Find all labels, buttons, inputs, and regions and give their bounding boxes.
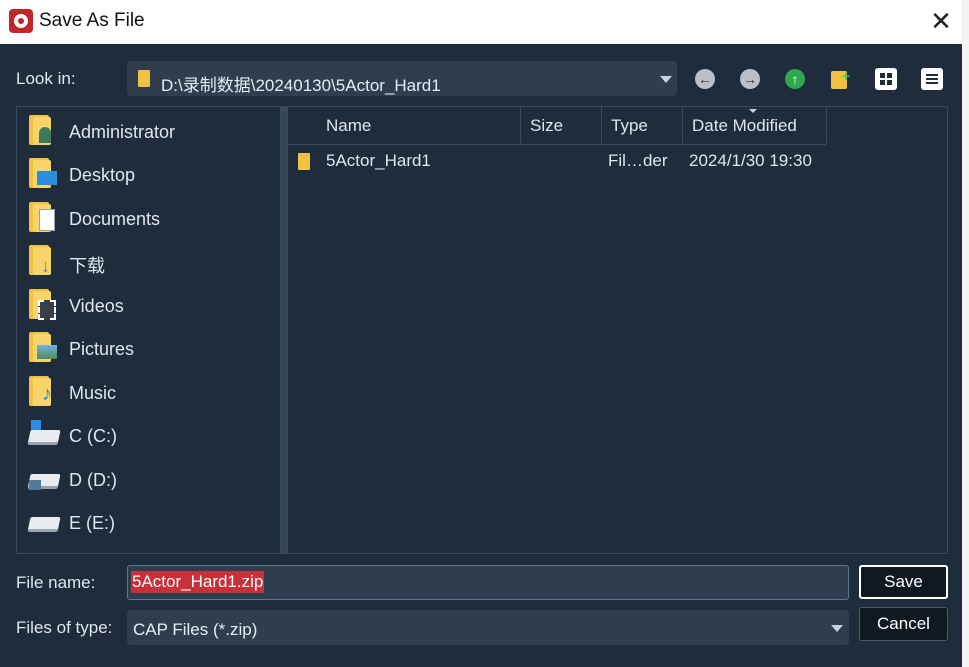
- place-item-desktop[interactable]: Desktop: [27, 155, 277, 193]
- place-item-videos[interactable]: Videos: [27, 286, 277, 324]
- look-in-label: Look in:: [16, 69, 76, 88]
- place-label: E (E:): [69, 513, 116, 533]
- column-name-header[interactable]: Name: [288, 107, 521, 143]
- file-name-input[interactable]: 5Actor_Hard1.zip: [127, 565, 849, 600]
- chevron-down-icon: [660, 76, 672, 83]
- back-icon: ←: [695, 69, 715, 89]
- drive-icon: [27, 460, 61, 496]
- forward-icon: →: [740, 69, 760, 89]
- column-type-label: Type: [611, 116, 648, 135]
- up-folder-icon: ↑: [785, 69, 805, 89]
- grid-view-icon: [875, 68, 897, 90]
- place-label: Videos: [69, 296, 124, 316]
- place-label: C (C:): [69, 426, 117, 446]
- place-item-administrator[interactable]: Administrator: [27, 112, 277, 150]
- close-icon: ✕: [930, 6, 952, 36]
- drive-icon: [27, 416, 61, 452]
- column-type-header[interactable]: Type: [602, 107, 683, 143]
- icon-view-button[interactable]: [873, 66, 899, 92]
- table-row[interactable]: 5Actor_Hard1 Fil…der 2024/1/30 19:30: [288, 147, 947, 175]
- app-logo-icon: [9, 9, 33, 33]
- new-folder-button[interactable]: +: [827, 66, 853, 92]
- column-date-label: Date Modified: [692, 116, 797, 135]
- up-folder-button[interactable]: ↑: [782, 66, 808, 92]
- look-in-dropdown[interactable]: D:\录制数据\20240130\5Actor_Hard1: [127, 61, 677, 96]
- chevron-down-icon: [831, 625, 843, 632]
- title-bar: Save As File ✕: [0, 0, 969, 44]
- desktop-folder-icon: [27, 155, 59, 191]
- user-folder-icon: [27, 112, 59, 148]
- file-list: Name Size Type Date Modified 5Actor_Hard…: [287, 106, 948, 554]
- file-type-cell: Fil…der: [608, 151, 668, 170]
- forward-button[interactable]: →: [737, 66, 763, 92]
- background-strip: [962, 0, 969, 667]
- place-item-drive-c[interactable]: C (C:): [27, 416, 277, 454]
- window-title: Save As File: [39, 10, 145, 31]
- cancel-button[interactable]: Cancel: [859, 607, 948, 641]
- details-view-button[interactable]: [919, 66, 945, 92]
- places-sidebar: Administrator Desktop Documents ↓ 下载 Vid…: [16, 106, 281, 554]
- drive-icon: [27, 503, 61, 539]
- close-button[interactable]: ✕: [926, 6, 956, 36]
- folder-icon: [138, 70, 150, 87]
- file-name-value: 5Actor_Hard1.zip: [131, 571, 265, 593]
- back-button[interactable]: ←: [692, 66, 718, 92]
- place-label: Administrator: [69, 122, 176, 142]
- details-view-icon: [921, 68, 943, 90]
- column-date-header[interactable]: Date Modified: [683, 107, 827, 143]
- place-item-music[interactable]: ♪ Music: [27, 373, 277, 411]
- column-size-label: Size: [530, 116, 564, 135]
- files-of-type-label: Files of type:: [16, 618, 113, 637]
- place-label: 下载: [69, 256, 105, 276]
- file-name-cell: 5Actor_Hard1: [326, 151, 431, 170]
- plus-icon: +: [842, 68, 851, 84]
- videos-folder-icon: [27, 286, 59, 322]
- place-label: Documents: [69, 209, 161, 229]
- music-folder-icon: ♪: [27, 373, 59, 409]
- file-date-cell: 2024/1/30 19:30: [689, 151, 812, 170]
- file-type-value: CAP Files (*.zip): [133, 620, 258, 639]
- sort-indicator-icon: [749, 109, 757, 113]
- place-label: Desktop: [69, 165, 136, 185]
- pictures-folder-icon: [27, 329, 59, 365]
- column-size-header[interactable]: Size: [521, 107, 602, 143]
- file-name-label: File name:: [16, 573, 96, 592]
- folder-icon: [298, 153, 310, 170]
- place-label: D (D:): [69, 470, 117, 490]
- place-item-downloads[interactable]: ↓ 下载: [27, 242, 277, 280]
- place-item-documents[interactable]: Documents: [27, 199, 277, 237]
- place-label: Pictures: [69, 339, 135, 359]
- place-item-pictures[interactable]: Pictures: [27, 329, 277, 367]
- file-type-dropdown[interactable]: CAP Files (*.zip): [127, 610, 849, 645]
- place-item-drive-d[interactable]: D (D:): [27, 460, 277, 498]
- downloads-folder-icon: ↓: [27, 242, 59, 278]
- documents-folder-icon: [27, 199, 59, 235]
- save-button[interactable]: Save: [859, 565, 948, 599]
- look-in-path: D:\录制数据\20240130\5Actor_Hard1: [161, 76, 441, 95]
- column-name-label: Name: [326, 116, 372, 135]
- place-item-drive-e[interactable]: E (E:): [27, 503, 277, 541]
- place-label: Music: [69, 383, 117, 403]
